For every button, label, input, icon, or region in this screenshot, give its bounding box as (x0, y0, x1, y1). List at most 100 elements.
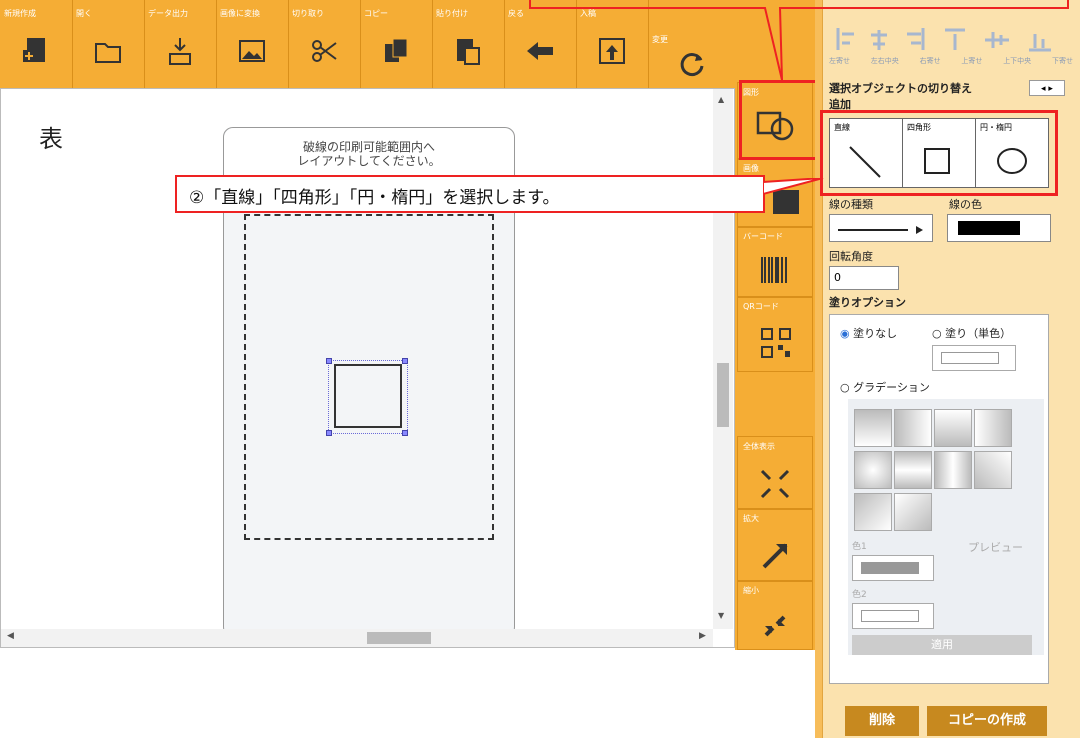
copy-button[interactable]: コピー (360, 0, 433, 88)
line-option-label: 直線 (834, 123, 850, 132)
new-label: 新規作成 (4, 9, 36, 18)
horizontal-scrollbar[interactable]: ◀ ▶ (1, 629, 713, 647)
line-type-label: 線の種類 (829, 198, 873, 211)
qrcode-icon (761, 328, 791, 358)
gradient-swatch[interactable] (854, 493, 892, 531)
gradient-swatch[interactable] (974, 409, 1012, 447)
scroll-left-icon[interactable]: ◀ (7, 631, 14, 641)
scroll-down-icon[interactable]: ▼ (718, 611, 724, 620)
gradation-label: グラデーション (853, 381, 930, 394)
gradient-swatch[interactable] (934, 451, 972, 489)
zoom-in-button[interactable]: 拡大 (737, 508, 813, 582)
resize-handle[interactable] (326, 358, 332, 364)
ellipse-option[interactable]: 円・楕円 (976, 119, 1050, 187)
paste-button[interactable]: 貼り付け (432, 0, 505, 88)
rotation-label: 回転角度 (829, 250, 873, 263)
line-type-select[interactable] (829, 214, 933, 242)
gradient-swatch[interactable] (854, 409, 892, 447)
vertical-scroll-thumb[interactable] (717, 363, 729, 427)
print-notice-line2: レイアウトしてください。 (297, 154, 441, 168)
line-color-label: 線の色 (949, 198, 982, 211)
solid-color-picker[interactable] (932, 345, 1016, 371)
fill-option-label: 塗りオプション (829, 296, 906, 309)
qrcode-button[interactable]: QRコード (737, 296, 813, 372)
image-convert-label: 画像に変換 (220, 9, 260, 18)
new-button[interactable]: 新規作成 (0, 0, 73, 88)
rectangle-option-label: 四角形 (907, 123, 931, 132)
create-copy-button[interactable]: コピーの作成 (927, 706, 1047, 736)
gradient-swatch[interactable] (894, 493, 932, 531)
apply-button[interactable]: 適用 (852, 635, 1032, 655)
image-label: 画像 (743, 164, 759, 173)
paste-icon (457, 39, 480, 65)
data-export-button[interactable]: データ出力 (144, 0, 217, 88)
barcode-label: バーコード (743, 232, 783, 241)
open-folder-icon (95, 43, 121, 63)
data-export-label: データ出力 (148, 9, 188, 18)
line-icon (849, 146, 881, 178)
annotation-pointer-lines (529, 0, 1069, 81)
gradient-swatch[interactable] (934, 409, 972, 447)
scroll-up-icon[interactable]: ▲ (718, 95, 724, 104)
radio-unselected-icon: ○ (840, 381, 850, 394)
shape-button-highlight (739, 80, 825, 160)
scissors-icon (312, 40, 337, 62)
line-color-picker[interactable] (947, 214, 1051, 242)
cut-label: 切り取り (292, 9, 324, 18)
horizontal-scroll-thumb[interactable] (367, 632, 431, 644)
zoom-out-button[interactable]: 縮小 (737, 580, 813, 650)
properties-panel: 左寄せ 左右中央 右寄せ 上寄せ 上下中央 下寄せ 選択オブジェクトの切り替え … (820, 0, 1080, 738)
scroll-right-icon[interactable]: ▶ (699, 631, 706, 641)
fit-screen-icon (760, 469, 790, 499)
delete-button[interactable]: 削除 (845, 706, 919, 736)
copy-label: コピー (364, 9, 388, 18)
side-label: 表 (39, 125, 63, 153)
open-button[interactable]: 開く (72, 0, 145, 88)
gradation-option[interactable]: ○ グラデーション (840, 379, 930, 395)
fit-view-button[interactable]: 全体表示 (737, 436, 813, 510)
image-convert-button[interactable]: 画像に変換 (216, 0, 289, 88)
fill-solid-option[interactable]: ○ 塗り（単色） (932, 325, 1011, 341)
radio-unselected-icon: ○ (932, 327, 942, 340)
preview-label: プレビュー (968, 541, 1023, 554)
ellipse-icon (997, 148, 1027, 174)
zoom-in-label: 拡大 (743, 514, 759, 523)
zoom-out-label: 縮小 (743, 586, 759, 595)
qrcode-label: QRコード (743, 302, 779, 311)
color2-swatch (861, 610, 919, 622)
line-style-icon (838, 226, 923, 234)
solid-color-swatch (941, 352, 999, 364)
copy-icon (385, 38, 408, 62)
fill-solid-label: 塗り（単色） (945, 327, 1012, 340)
vertical-scrollbar[interactable]: ▲ ▼ (713, 89, 733, 629)
paste-label: 貼り付け (436, 9, 468, 18)
resize-handle[interactable] (326, 430, 332, 436)
fit-label: 全体表示 (743, 442, 775, 451)
image-convert-icon (239, 40, 265, 62)
zoom-in-icon (762, 543, 788, 569)
color2-picker[interactable] (852, 603, 934, 629)
open-label: 開く (76, 9, 92, 18)
rotation-input[interactable]: 0 (829, 266, 899, 290)
color2-label: 色2 (852, 590, 867, 600)
zoom-out-icon (764, 615, 786, 637)
line-option[interactable]: 直線 (830, 119, 903, 187)
fill-none-label: 塗りなし (853, 327, 898, 340)
gradient-swatch[interactable] (854, 451, 892, 489)
new-document-icon (23, 38, 45, 62)
cut-button[interactable]: 切り取り (288, 0, 361, 88)
gradient-swatch[interactable] (894, 409, 932, 447)
shape-options: 直線 四角形 円・楕円 (829, 118, 1049, 188)
gradient-swatch[interactable] (974, 451, 1012, 489)
rectangle-option[interactable]: 四角形 (903, 119, 976, 187)
ellipse-option-label: 円・楕円 (980, 123, 1012, 132)
editor-canvas[interactable]: 表 破線の印刷可能範囲内へ レイアウトしてください。 ▲ ▼ ◀ ▶ (0, 88, 735, 648)
barcode-button[interactable]: バーコード (737, 226, 813, 298)
gradient-swatch[interactable] (894, 451, 932, 489)
resize-handle[interactable] (402, 358, 408, 364)
color1-picker[interactable] (852, 555, 934, 581)
barcode-icon (761, 257, 787, 283)
resize-handle[interactable] (402, 430, 408, 436)
fill-none-option[interactable]: ◉ 塗りなし (840, 325, 897, 341)
data-export-icon (169, 38, 191, 65)
